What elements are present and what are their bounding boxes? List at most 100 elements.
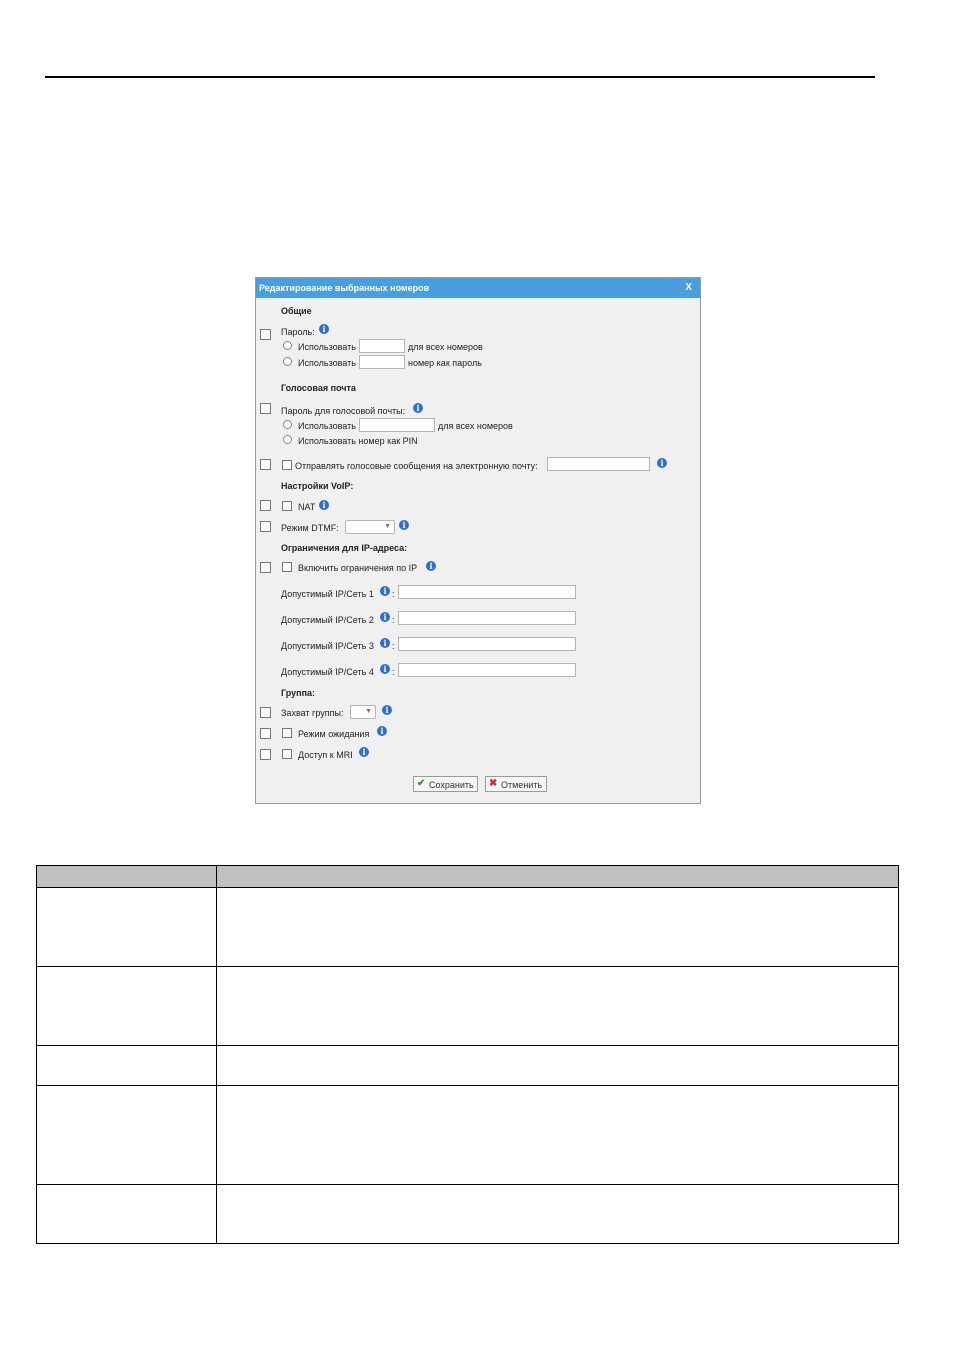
allowed-ip-4-input[interactable] (398, 663, 576, 677)
cross-icon: ✖ (489, 778, 498, 789)
password-for-all-label: для всех номеров (408, 342, 483, 352)
dtmf-info-icon[interactable]: i (399, 520, 409, 530)
password-row-checkbox[interactable] (260, 329, 271, 340)
nat-row-checkbox[interactable] (260, 500, 271, 511)
password-number-input[interactable] (359, 355, 405, 369)
send-email-row-checkbox[interactable] (260, 459, 271, 470)
allowed-ip-1-info-icon[interactable]: i (380, 586, 390, 596)
hold-checkbox[interactable] (282, 728, 292, 738)
table-row (36, 966, 899, 1046)
cancel-button-label: Отменить (501, 780, 543, 790)
section-ip-heading: Ограничения для IP-адреса: (281, 543, 408, 553)
password-all-input[interactable] (359, 339, 405, 353)
password-as-number-radio[interactable] (283, 357, 292, 366)
table-cell (36, 1045, 217, 1086)
table-header-cell (36, 865, 217, 888)
password-label: Пароль: (281, 327, 315, 337)
table-cell (216, 1045, 899, 1086)
edit-selected-extensions-dialog: Редактирование выбранных номеров X Общие… (255, 277, 701, 804)
hold-row-checkbox[interactable] (260, 728, 271, 739)
hold-info-icon[interactable]: i (377, 726, 387, 736)
mri-info-icon[interactable]: i (359, 747, 369, 757)
section-voip-heading: Настройки VoIP: (281, 481, 354, 491)
ip-restrict-row-checkbox[interactable] (260, 562, 271, 573)
allowed-ip-4-colon: : (392, 667, 395, 677)
mri-checkbox[interactable] (282, 749, 292, 759)
table-row (36, 1085, 899, 1185)
mri-label: Доступ к MRI (298, 750, 353, 760)
table-cell (36, 966, 217, 1046)
ip-restrict-checkbox[interactable] (282, 562, 292, 572)
vm-password-info-icon[interactable]: i (413, 403, 423, 413)
allowed-ip-4-info-icon[interactable]: i (380, 664, 390, 674)
table-row (36, 1184, 899, 1244)
allowed-ip-2-input[interactable] (398, 611, 576, 625)
pickup-info-icon[interactable]: i (382, 705, 392, 715)
save-button[interactable]: ✔ Сохранить (413, 776, 478, 792)
allowed-ip-3-input[interactable] (398, 637, 576, 651)
send-email-checkbox[interactable] (282, 460, 292, 470)
vm-password-use-label: Использовать (298, 421, 356, 431)
send-email-info-icon[interactable]: i (657, 458, 667, 468)
password-as-number-label: номер как пароль (408, 358, 482, 368)
pickup-label: Захват группы: (281, 708, 344, 718)
table-cell (216, 1184, 899, 1244)
dtmf-row-checkbox[interactable] (260, 521, 271, 532)
table-cell (36, 1085, 217, 1185)
dtmf-label: Режим DTMF: (281, 523, 339, 533)
chevron-down-icon: ▼ (384, 523, 391, 530)
table-cell (216, 966, 899, 1046)
allowed-ip-1-colon: : (392, 589, 395, 599)
chevron-down-icon: ▼ (365, 708, 372, 715)
section-voicemail-heading: Голосовая почта (281, 383, 356, 393)
table-header-row (36, 865, 899, 888)
ip-restrict-info-icon[interactable]: i (426, 561, 436, 571)
dtmf-select[interactable]: ▼ (345, 520, 395, 534)
section-general-heading: Общие (281, 306, 312, 316)
email-input[interactable] (547, 457, 650, 471)
nat-label: NAT (298, 502, 316, 512)
vm-password-for-all-label: для всех номеров (438, 421, 513, 431)
password-use-label: Использовать (298, 342, 356, 352)
table-row (36, 1045, 899, 1086)
allowed-ip-3-label: Допустимый IP/Сеть 3 (281, 641, 374, 651)
allowed-ip-1-input[interactable] (398, 585, 576, 599)
password-use-label-2: Использовать (298, 358, 356, 368)
vm-password-use-all-radio[interactable] (283, 420, 292, 429)
table-cell (216, 887, 899, 967)
dialog-titlebar: Редактирование выбранных номеров X (256, 278, 700, 298)
vm-password-label: Пароль для голосовой почты: (281, 406, 406, 416)
table-cell (36, 1184, 217, 1244)
allowed-ip-2-label: Допустимый IP/Сеть 2 (281, 615, 374, 625)
ip-restrict-label: Включить ограничения по IP (298, 563, 418, 573)
close-button[interactable]: X (685, 282, 692, 293)
table-row (36, 887, 899, 967)
allowed-ip-2-info-icon[interactable]: i (380, 612, 390, 622)
nat-info-icon[interactable]: i (319, 500, 329, 510)
password-info-icon[interactable]: i (319, 324, 329, 334)
section-group-heading: Группа: (281, 688, 316, 698)
vm-use-number-pin-label: Использовать номер как PIN (298, 436, 418, 446)
checkmark-icon: ✔ (417, 778, 426, 789)
allowed-ip-4-label: Допустимый IP/Сеть 4 (281, 667, 374, 677)
nat-checkbox[interactable] (282, 501, 292, 511)
vm-password-row-checkbox[interactable] (260, 403, 271, 414)
mri-row-checkbox[interactable] (260, 749, 271, 760)
description-table (36, 865, 899, 1244)
table-cell (36, 887, 217, 967)
cancel-button[interactable]: ✖ Отменить (485, 776, 547, 792)
allowed-ip-3-info-icon[interactable]: i (380, 638, 390, 648)
vm-password-all-input[interactable] (359, 418, 435, 432)
table-header-cell (216, 865, 899, 888)
allowed-ip-1-label: Допустимый IP/Сеть 1 (281, 589, 374, 599)
table-cell (216, 1085, 899, 1185)
vm-use-number-pin-radio[interactable] (283, 435, 292, 444)
allowed-ip-3-colon: : (392, 641, 395, 651)
pickup-row-checkbox[interactable] (260, 707, 271, 718)
save-button-label: Сохранить (429, 780, 474, 790)
dialog-title: Редактирование выбранных номеров (259, 283, 430, 293)
pickup-select[interactable]: ▼ (350, 705, 376, 719)
password-use-all-radio[interactable] (283, 341, 292, 350)
allowed-ip-2-colon: : (392, 615, 395, 625)
header-rule (45, 76, 875, 78)
